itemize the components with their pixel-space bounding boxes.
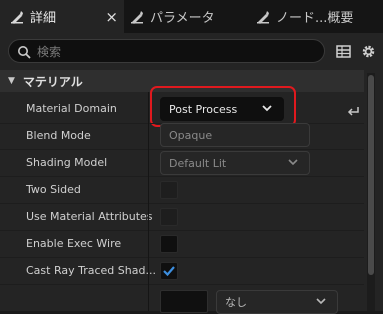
column-divider	[148, 92, 149, 311]
dropdown-value: Default Lit	[169, 156, 227, 170]
search-placeholder: 検索	[37, 44, 62, 59]
property-label: Shading Model	[26, 156, 108, 169]
shading-model-dropdown[interactable]: Default Lit	[160, 151, 310, 175]
search-icon	[17, 44, 31, 59]
property-label: Blend Mode	[26, 129, 91, 142]
blend-mode-dropdown[interactable]: Opaque	[160, 123, 310, 147]
checkmark-icon	[163, 266, 175, 277]
property-label: Cast Ray Traced Shad...	[26, 264, 156, 277]
node-overview-icon	[256, 10, 270, 24]
row-two-sided: Two Sided	[0, 176, 364, 203]
tab-bar: 詳細 × パラメータ ノード...概要	[0, 0, 383, 33]
property-label: Material Domain	[26, 102, 117, 115]
tab-details-label: 詳細	[30, 11, 57, 26]
row-cast-ray-traced-shadows: Cast Ray Traced Shad...	[0, 257, 364, 284]
gear-icon[interactable]	[361, 44, 376, 59]
dropdown-value: Opaque	[169, 128, 213, 142]
use-material-attributes-checkbox[interactable]	[160, 208, 178, 226]
row-enable-exec-wire: Enable Exec Wire	[0, 230, 364, 257]
property-label: Two Sided	[26, 183, 81, 196]
profile-dropdown[interactable]: なし	[216, 290, 338, 314]
parameter-icon	[130, 10, 144, 24]
row-use-material-attributes: Use Material Attributes	[0, 203, 364, 230]
property-label: Enable Exec Wire	[26, 237, 122, 250]
cast-ray-traced-shadows-checkbox[interactable]	[160, 262, 178, 280]
highlight-box	[150, 86, 296, 127]
chevron-down-icon: ▼	[8, 76, 15, 86]
reset-to-default-icon[interactable]	[346, 103, 360, 117]
search-input[interactable]: 検索	[8, 39, 325, 63]
tab-parameters-label: パラメータ	[150, 11, 215, 26]
row-divider	[0, 284, 364, 285]
close-icon[interactable]: ×	[105, 8, 118, 26]
tab-details[interactable]: 詳細 ×	[0, 0, 124, 33]
property-label: Use Material Attributes	[26, 210, 153, 223]
dropdown-value: なし	[225, 296, 247, 309]
scrollbar[interactable]	[367, 73, 375, 311]
thumbnail-swatch[interactable]	[160, 290, 208, 313]
enable-exec-wire-checkbox[interactable]	[160, 235, 178, 253]
two-sided-checkbox[interactable]	[160, 181, 178, 199]
tab-node-overview[interactable]: ノード...概要	[246, 0, 383, 33]
table-view-icon[interactable]	[336, 44, 351, 59]
details-icon	[10, 10, 24, 24]
scrollbar-thumb[interactable]	[368, 75, 374, 275]
section-title: マテリアル	[22, 74, 83, 89]
tab-parameters[interactable]: パラメータ	[124, 0, 246, 33]
chevron-down-icon	[287, 156, 299, 168]
tab-node-overview-label: ノード...概要	[276, 11, 354, 26]
chevron-down-icon	[315, 295, 327, 307]
